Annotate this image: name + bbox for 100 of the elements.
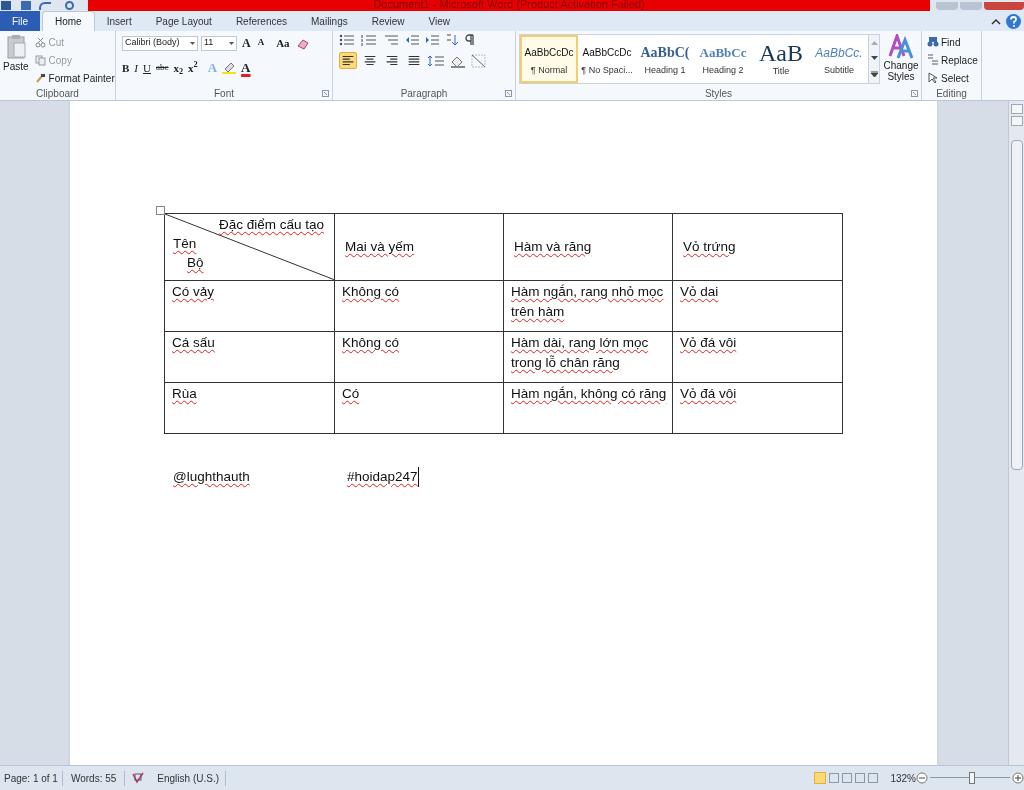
proofing-icon[interactable]	[131, 772, 146, 784]
style-gallery-item[interactable]: AaBbCc Heading 2	[694, 35, 752, 83]
web-layout-icon[interactable]	[842, 773, 853, 783]
table-cell: Có vảy	[172, 284, 215, 299]
group-label: Styles	[704, 88, 733, 99]
style-gallery-item[interactable]: AaBbCcDc ¶ No Spaci...	[578, 35, 636, 83]
sort-icon[interactable]	[445, 34, 459, 46]
numbering-icon[interactable]	[361, 34, 377, 46]
word-count[interactable]: Words: 55	[62, 770, 126, 786]
underline-button[interactable]: U	[143, 59, 151, 76]
style-gallery-item[interactable]: AaBbCc. Subtitle	[810, 35, 868, 83]
table-cell: Rùa	[172, 386, 197, 401]
zoom-slider-thumb[interactable]	[969, 772, 976, 784]
language-indicator[interactable]: English (U.S.)	[151, 770, 226, 786]
group-label: Font	[214, 88, 234, 99]
group-label: Clipboard	[36, 88, 79, 99]
table-move-handle[interactable]	[156, 206, 165, 215]
dialog-launcher-icon[interactable]	[322, 90, 329, 97]
bullets-icon[interactable]	[339, 34, 355, 46]
vertical-scrollbar[interactable]	[1008, 101, 1024, 765]
dialog-launcher-icon[interactable]	[911, 90, 918, 97]
align-left-button[interactable]	[339, 52, 357, 69]
ribbon-tab[interactable]: Home	[42, 11, 95, 31]
format-painter-button[interactable]: Format Painter	[34, 70, 115, 86]
table-header-text: Bộ	[187, 254, 204, 272]
table-header-cell: Hàm và răng	[514, 238, 592, 254]
table-header-cell: Vỏ trứng	[683, 238, 736, 254]
line-spacing-icon[interactable]	[427, 53, 445, 68]
pilcrow-icon[interactable]	[465, 34, 475, 46]
shrink-font-button[interactable]: A	[255, 36, 267, 50]
table-header-text: Tên	[173, 235, 197, 253]
document-text: @lughthauth	[173, 468, 251, 486]
dropdown-caret-icon	[229, 41, 234, 45]
increase-indent-icon[interactable]	[425, 34, 439, 46]
italic-button[interactable]: I	[134, 59, 138, 76]
ribbon-tab[interactable]: References	[223, 11, 299, 31]
style-gallery-item[interactable]: AaBbCcDc ¶ Normal	[520, 35, 578, 83]
letters-a-icon	[888, 34, 914, 60]
zoom-level[interactable]: 132%	[890, 770, 916, 786]
pointer-icon	[927, 72, 939, 84]
window-title: Document1 - Microsoft Word (Product Activation Failed)	[87, 0, 931, 11]
table-cell: Cá sấu	[172, 335, 215, 350]
zoom-out-icon[interactable]	[916, 772, 928, 784]
zoom-in-icon[interactable]	[1012, 772, 1024, 784]
find-button[interactable]: Find	[927, 34, 978, 50]
borders-icon[interactable]	[471, 53, 487, 68]
style-gallery-item[interactable]: AaB Title	[752, 35, 810, 83]
table-cell: Hàm ngắn, không có răng	[511, 386, 667, 401]
replace-icon	[927, 54, 939, 66]
help-icon[interactable]	[1006, 14, 1021, 29]
font-color-button[interactable]: A	[241, 58, 251, 78]
replace-button[interactable]: Replace	[927, 52, 978, 68]
table-header-text: Đặc điểm cấu tạo	[218, 216, 324, 234]
group-label: Editing	[936, 88, 967, 99]
multilevel-list-icon[interactable]	[383, 34, 399, 46]
close-button[interactable]	[984, 1, 1024, 10]
draft-icon[interactable]	[868, 773, 879, 783]
ribbon-tab[interactable]: Page Layout	[143, 11, 224, 31]
reading-view-icon[interactable]	[829, 773, 840, 783]
document-text: #hoidap247	[347, 467, 419, 488]
strikethrough-button[interactable]: abc	[155, 61, 169, 75]
ribbon-tab[interactable]: Insert	[94, 11, 144, 31]
table-cell: Hàm dài, rang lớn mọc trong lỗ chân răng	[511, 335, 649, 370]
dialog-launcher-icon[interactable]	[505, 90, 512, 97]
paste-button[interactable]: Paste	[3, 34, 29, 87]
change-case-button[interactable]: Aa	[273, 34, 293, 52]
ribbon-tab[interactable]: View	[416, 11, 462, 31]
bold-button[interactable]: B	[122, 59, 130, 76]
font-size-dropdown[interactable]: 11	[201, 35, 237, 51]
table-cell: Vỏ đá vôi	[680, 335, 737, 350]
table-cell: Hàm ngắn, rang nhỏ mọc trên hàm	[511, 284, 664, 319]
ribbon-tab[interactable]: Review	[359, 11, 417, 31]
subscript-button[interactable]: x$_{2}$	[173, 59, 184, 76]
decrease-indent-icon[interactable]	[405, 34, 419, 46]
scissors-icon	[34, 36, 46, 48]
superscript-button[interactable]: x$^{2}$	[188, 59, 198, 76]
undo-icon[interactable]	[38, 1, 51, 10]
table-header-cell: Mai và yếm	[345, 238, 415, 254]
highlighter-icon[interactable]	[222, 61, 237, 75]
table-cell: Không có	[342, 284, 400, 299]
table-cell: Có	[342, 386, 360, 401]
clipboard-icon	[5, 34, 26, 60]
table-cell: Vỏ dai	[680, 284, 719, 299]
style-gallery-item[interactable]: AaBbC( Heading 1	[636, 35, 694, 83]
dropdown-caret-icon	[190, 41, 195, 45]
table-cell: Vỏ đá vôi	[680, 386, 737, 401]
change-styles-button[interactable]: Change Styles	[884, 34, 918, 87]
font-name-dropdown[interactable]: Calibri (Body)	[122, 35, 198, 51]
ribbon-tab[interactable]: Mailings	[299, 11, 360, 31]
binoculars-icon	[927, 36, 939, 48]
gallery-scroll-buttons[interactable]	[869, 34, 880, 84]
outline-icon[interactable]	[855, 773, 866, 783]
app-icon	[1, 1, 11, 10]
group-label: Paragraph	[400, 88, 448, 99]
select-button[interactable]: Select	[927, 70, 978, 86]
collapse-ribbon-icon[interactable]	[991, 18, 1001, 25]
page-count[interactable]: Page: 1 of 1	[0, 770, 63, 786]
file-tab[interactable]: File	[0, 11, 40, 31]
brush-icon	[34, 72, 46, 84]
grow-font-button[interactable]: A	[240, 34, 253, 52]
